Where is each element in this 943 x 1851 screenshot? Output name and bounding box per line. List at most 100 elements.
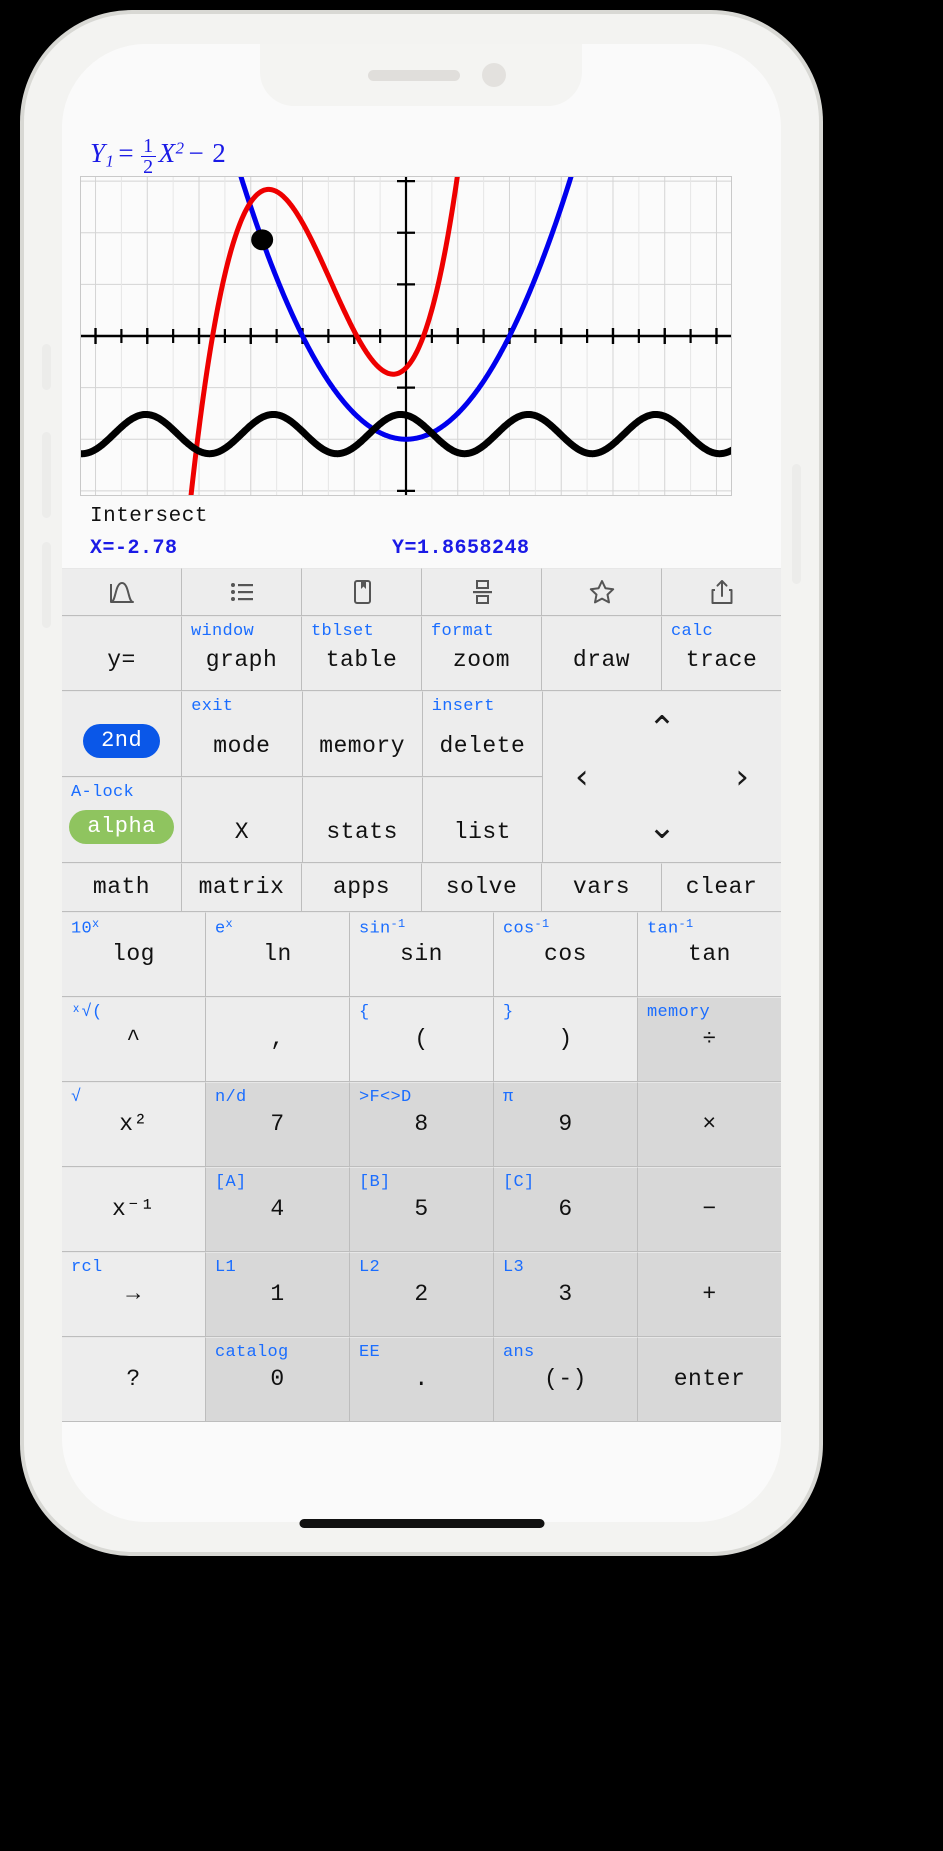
silent-switch[interactable] xyxy=(42,344,51,390)
star-icon[interactable] xyxy=(542,568,662,616)
key-secondary-label: cos-1 xyxy=(503,917,550,939)
share-icon[interactable] xyxy=(662,568,781,616)
key-secondary-label: format xyxy=(431,622,495,641)
key-log[interactable]: 10x log xyxy=(62,912,206,997)
key-secondary-label: √ xyxy=(71,1088,82,1107)
key-vars[interactable]: vars xyxy=(542,863,662,912)
keypad-row-123: rcl → L1 1 L2 2 L3 3 + xyxy=(62,1252,781,1337)
key-primary-label: × xyxy=(702,1111,717,1137)
home-indicator[interactable] xyxy=(299,1519,544,1528)
key-key[interactable]: + xyxy=(638,1252,781,1337)
key-9[interactable]: π9 xyxy=(494,1082,638,1167)
key-ln[interactable]: ex ln xyxy=(206,912,350,997)
key-matrix[interactable]: matrix xyxy=(182,863,302,912)
toolbar-icon-row xyxy=(62,568,781,616)
key-mode[interactable]: exit mode xyxy=(182,691,303,777)
key-x[interactable]: X xyxy=(182,777,303,863)
key-key[interactable]: memory ÷ xyxy=(638,997,781,1082)
key-key[interactable]: ˣ√(^ xyxy=(62,997,206,1082)
phone-mockup: Y1 = 1 2 X2−2 Intersect X=-2.78 Y=1.8658248 xyxy=(24,14,819,1552)
key-trace[interactable]: calc trace xyxy=(662,616,781,691)
book-bookmark-icon[interactable] xyxy=(302,568,422,616)
key-6[interactable]: [C] 6 xyxy=(494,1167,638,1252)
key-key[interactable]: × xyxy=(638,1082,781,1167)
key-8[interactable]: >F<>D 8 xyxy=(350,1082,494,1167)
list-icon[interactable] xyxy=(182,568,302,616)
key-key[interactable]: rcl → xyxy=(62,1252,206,1337)
key-secondary-label: [C] xyxy=(503,1173,535,1192)
volume-up-button[interactable] xyxy=(42,432,51,518)
key-key[interactable]: EE. xyxy=(350,1337,494,1422)
key-2nd[interactable]: 2nd xyxy=(62,691,183,777)
status-y-value: Y=1.8658248 xyxy=(392,537,530,560)
key-enter[interactable]: enter xyxy=(638,1337,781,1422)
key-delete[interactable]: insert delete xyxy=(422,691,542,777)
key-solve[interactable]: solve xyxy=(422,863,542,912)
key-primary-label: vars xyxy=(572,874,631,900)
key-stats[interactable]: stats xyxy=(302,777,423,863)
keypad-row-functions: y= window graph tblset table format zoom draw ca… xyxy=(62,616,781,691)
graph-canvas[interactable] xyxy=(80,176,732,496)
key-clear[interactable]: clear xyxy=(662,863,781,912)
key-primary-label: . xyxy=(414,1366,429,1392)
key-apps[interactable]: apps xyxy=(302,863,422,912)
equation-lhs: Y xyxy=(90,138,106,169)
key-secondary-label: A-lock xyxy=(71,783,135,802)
key-3[interactable]: L3 3 xyxy=(494,1252,638,1337)
volume-down-button[interactable] xyxy=(42,542,51,628)
key-0[interactable]: catalog 0 xyxy=(206,1337,350,1422)
key-primary-label: 3 xyxy=(558,1281,573,1307)
distribution-curve-icon[interactable] xyxy=(62,568,182,616)
key-alpha[interactable]: A-lock alpha xyxy=(62,777,183,863)
key-primary-label: zoom xyxy=(452,647,511,673)
key-cos[interactable]: cos-1 cos xyxy=(494,912,638,997)
key-primary-label: , xyxy=(270,1026,285,1052)
key-primary-label: tan xyxy=(688,941,731,967)
key-graph[interactable]: window graph xyxy=(182,616,302,691)
key-secondary-label: window xyxy=(191,622,255,641)
key-list[interactable]: list xyxy=(422,777,542,863)
key-primary-label: ln xyxy=(263,941,292,967)
key-primary-label: stats xyxy=(326,819,398,845)
key-primary-label: enter xyxy=(673,1366,746,1392)
key-1[interactable]: L1 1 xyxy=(206,1252,350,1337)
keypad: y= window graph tblset table format zoom draw ca… xyxy=(62,568,781,1422)
fraction-numerator: 1 xyxy=(143,135,154,157)
key-y[interactable]: y= xyxy=(62,616,182,691)
key-sin[interactable]: sin-1 sin xyxy=(350,912,494,997)
key-key[interactable]: , xyxy=(206,997,350,1082)
key-key[interactable]: ? xyxy=(62,1337,206,1422)
key-key[interactable]: ans (-) xyxy=(494,1337,638,1422)
key-math[interactable]: math xyxy=(62,863,182,912)
key-5[interactable]: [B] 5 xyxy=(350,1167,494,1252)
dpad-left-arrow[interactable]: ‹ xyxy=(575,760,589,794)
key-tan[interactable]: tan-1 tan xyxy=(638,912,781,997)
key-7[interactable]: n/d 7 xyxy=(206,1082,350,1167)
key-draw[interactable]: draw xyxy=(542,616,662,691)
key-key[interactable]: {( xyxy=(350,997,494,1082)
dpad-down-arrow[interactable]: ⌄ xyxy=(648,810,677,844)
key-x[interactable]: x⁻¹ xyxy=(62,1167,206,1252)
key-memory[interactable]: memory xyxy=(302,691,423,777)
key-zoom[interactable]: format zoom xyxy=(422,616,542,691)
key-key[interactable]: }) xyxy=(494,997,638,1082)
power-button[interactable] xyxy=(792,464,801,584)
key-primary-label: alpha xyxy=(69,810,174,844)
dpad-right-arrow[interactable]: › xyxy=(735,760,749,794)
key-primary-label: mode xyxy=(213,733,271,759)
key-key[interactable]: − xyxy=(638,1167,781,1252)
key-primary-label: + xyxy=(702,1281,717,1307)
key-primary-label: ^ xyxy=(126,1026,141,1052)
key-secondary-label: memory xyxy=(647,1003,711,1022)
key-table[interactable]: tblset table xyxy=(302,616,422,691)
dpad-up-arrow[interactable]: ⌃ xyxy=(648,712,677,746)
key-primary-label: memory xyxy=(319,733,406,759)
direction-pad[interactable]: ⌃ ⌄ ‹ › xyxy=(542,691,781,863)
fraction-stack-icon[interactable] xyxy=(422,568,542,616)
phone-screen: Y1 = 1 2 X2−2 Intersect X=-2.78 Y=1.8658248 xyxy=(62,44,781,1522)
status-bar: Intersect X=-2.78 Y=1.8658248 xyxy=(62,499,781,569)
key-4[interactable]: [A] 4 xyxy=(206,1167,350,1252)
equation-display: Y1 = 1 2 X2−2 xyxy=(90,136,230,178)
key-2[interactable]: L2 2 xyxy=(350,1252,494,1337)
key-x[interactable]: √ x² xyxy=(62,1082,206,1167)
